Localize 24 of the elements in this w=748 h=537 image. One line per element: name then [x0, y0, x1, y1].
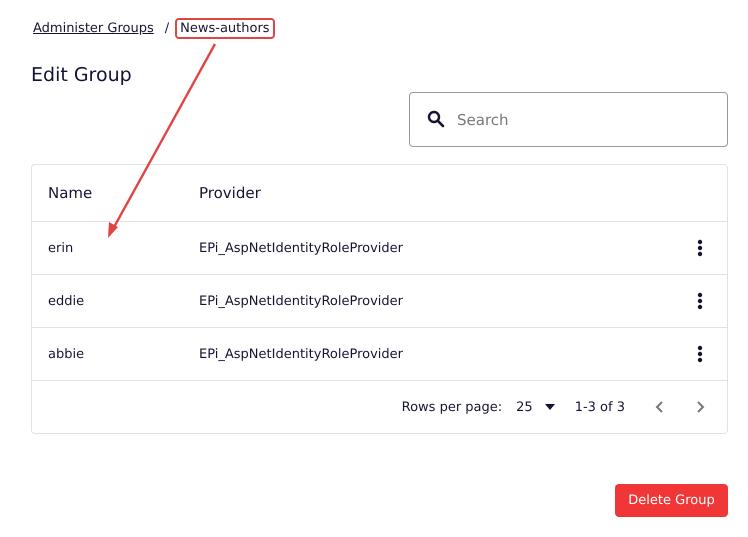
column-header: Provider: [199, 184, 262, 202]
page-title: Edit Group: [31, 64, 133, 86]
table-cell-text: EPi_AspNetIdentityRoleProvider: [199, 240, 404, 256]
table-cell-text: EPi_AspNetIdentityRoleProvider: [199, 346, 404, 362]
column-header: Name: [48, 184, 94, 202]
previous-page-icon[interactable]: [655, 400, 665, 414]
more-options-icon[interactable]: [697, 292, 703, 310]
delete-group-button[interactable]: Delete Group: [615, 484, 728, 517]
table-cell-text: EPi_AspNetIdentityRoleProvider: [199, 294, 404, 308]
page-range: 1-3 of 3: [574, 400, 625, 414]
table-cell-text: eddie: [48, 294, 86, 308]
table-cell-text: erin: [48, 240, 74, 256]
more-options-icon[interactable]: [697, 239, 703, 257]
rows-per-page-label: Rows per page:: [402, 400, 502, 414]
search-icon: [427, 110, 445, 128]
more-options-icon[interactable]: [697, 345, 703, 363]
search-field[interactable]: Search: [409, 92, 728, 147]
rows-per-page-select[interactable]: 25: [516, 400, 555, 414]
breadcrumb-separator: /: [164, 20, 170, 36]
table-cell-text: abbie: [48, 346, 86, 362]
next-page-icon[interactable]: [695, 400, 705, 414]
caret-icon: [544, 404, 555, 410]
breadcrumb-current: News-authors: [175, 18, 275, 38]
breadcrumb-link[interactable]: Administer Groups: [31, 18, 159, 38]
